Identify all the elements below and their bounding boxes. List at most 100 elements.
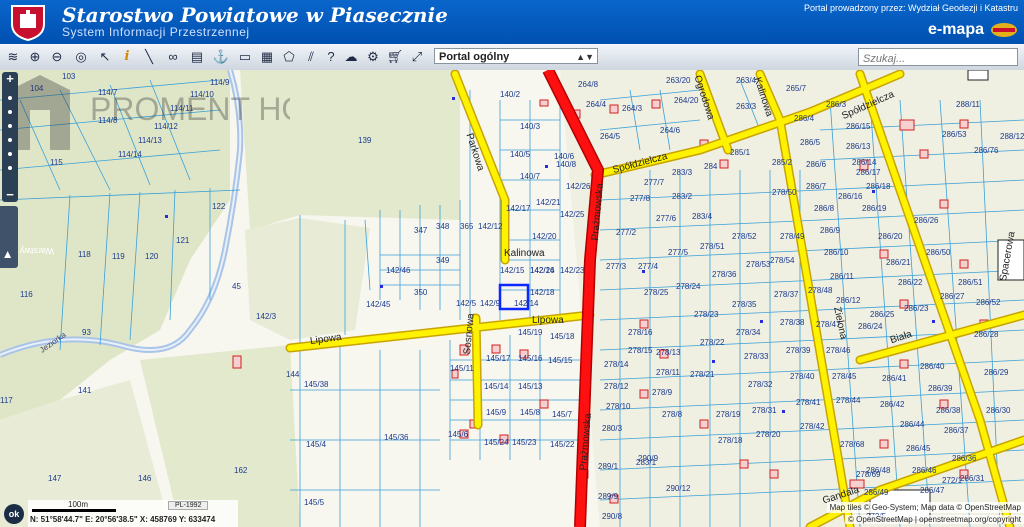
ok-button[interactable]: ok	[4, 504, 24, 524]
parcel-label: 142/3	[256, 312, 277, 321]
parcel-label: 289/1	[598, 462, 619, 471]
parcel-label: 286/8	[814, 204, 835, 213]
parcel-label: 286/76	[974, 146, 999, 155]
parcel-label: 286/20	[878, 232, 903, 241]
emapa-logo-icon[interactable]	[990, 22, 1018, 38]
page-subtitle: System Informacji Przestrzennej	[62, 25, 250, 39]
select-icon[interactable]: ↖	[96, 48, 114, 66]
parcel-label: 286/29	[984, 368, 1009, 377]
expand-icon[interactable]: ⤢	[408, 48, 426, 66]
portal-select[interactable]: Portal ogólny ▲▼	[434, 48, 598, 64]
parcel-label: 349	[436, 256, 450, 265]
zoom-extent-icon[interactable]: ◎	[72, 48, 90, 66]
zoom-level-dot[interactable]	[8, 124, 12, 128]
parcel-label: 142/24	[530, 266, 555, 275]
info-icon[interactable]: i	[118, 48, 136, 66]
cart-icon[interactable]: 🛒︎	[386, 48, 404, 66]
parcel-label: 277/4	[638, 262, 659, 271]
parcel-label: 283/4	[692, 212, 713, 221]
zoom-plus-icon[interactable]: +	[2, 72, 18, 86]
app-header: Starostwo Powiatowe w Piasecznie System …	[0, 0, 1024, 44]
attribution[interactable]: Map tiles © Geo-System; Map data © OpenS…	[826, 502, 1024, 513]
help-icon[interactable]: ?	[322, 48, 340, 66]
hatch-icon[interactable]: ⫽	[302, 48, 320, 66]
parcel-label: 144	[286, 370, 300, 379]
layout-icon[interactable]: ▦	[258, 48, 276, 66]
parcel-label: 277/3	[606, 262, 627, 271]
zoom-bar[interactable]: + −	[2, 72, 18, 202]
zoom-level-dot[interactable]	[8, 152, 12, 156]
cloud-icon[interactable]: ☁	[342, 48, 360, 66]
parcel-label: 278/10	[606, 402, 631, 411]
parcel-label: 45	[232, 282, 241, 291]
parcel-label: 286/9	[820, 226, 841, 235]
polygon-icon[interactable]: ⬠	[280, 48, 298, 66]
parcel-label: 145/5	[304, 498, 325, 507]
parcel-label: 286/44	[900, 420, 925, 429]
parcel-label: 278/9	[652, 388, 673, 397]
layers-icon[interactable]: ≋	[4, 48, 22, 66]
parcel-label: 145/9	[486, 408, 507, 417]
scale-bar	[32, 509, 116, 512]
parcel-label: 278/37	[774, 290, 799, 299]
parcel-label: 278/18	[718, 436, 743, 445]
zoom-level-dot[interactable]	[8, 96, 12, 100]
parcel-label: 289/9	[598, 492, 619, 501]
parcel-label: 122	[212, 202, 226, 211]
scale-panel: 100m PL-1992 N: 51°58'44.7" E: 20°56'38.…	[28, 500, 238, 527]
emapa-link[interactable]: e-mapa	[928, 21, 984, 39]
window-icon[interactable]: ▭	[236, 48, 254, 66]
parcel-label: 286/49	[864, 488, 889, 497]
anchor-icon[interactable]: ⚓	[212, 48, 230, 66]
parcel-label: 278/38	[780, 318, 805, 327]
parcel-label: 265/7	[786, 84, 807, 93]
parcel-label: 145/13	[518, 382, 543, 391]
parcel-label: 264/4	[586, 100, 607, 109]
parcel-label: 286/3	[826, 100, 847, 109]
parcel-label: 286/36	[952, 454, 977, 463]
parcel-label: 142/9	[480, 299, 501, 308]
parcel-label: 145/17	[486, 354, 511, 363]
parcel-label: 278/16	[628, 328, 653, 337]
parcel-label: 277/8	[630, 194, 651, 203]
search-box[interactable]	[858, 48, 1018, 67]
attribution-link[interactable]: © OpenStreetMap | openstreetmap.org/copy…	[845, 515, 1024, 524]
parcel-label: 286/18	[866, 182, 891, 191]
parcel-label: 278/25	[644, 288, 669, 297]
street-label: Kalinowa	[504, 248, 545, 259]
parcel-label: 140/3	[520, 122, 541, 131]
parcel-label: 286/51	[958, 278, 983, 287]
zoom-out-icon[interactable]: ⊖	[48, 48, 66, 66]
zoom-level-dot[interactable]	[8, 166, 12, 170]
parcel-label: 286/10	[824, 248, 849, 257]
zoom-in-icon[interactable]: ⊕	[26, 48, 44, 66]
map-toolbar: ≋ ⊕ ⊖ ◎ ↖ i ╲ ∞ ▤ ⚓ ▭ ▦ ⬠ ⫽ ? ☁ ⚙ 🛒︎ ⤢ P…	[0, 44, 1024, 71]
link-icon[interactable]: ∞	[164, 48, 182, 66]
parcel-label: 264/5	[600, 132, 621, 141]
parcel-label: 118	[78, 250, 91, 259]
parcel-label: 286/26	[914, 216, 939, 225]
zoom-level-dot[interactable]	[8, 138, 12, 142]
settings-icon[interactable]: ⚙	[364, 48, 382, 66]
parcel-label: 142/18	[530, 288, 555, 297]
parcel-label: 140/5	[510, 150, 531, 159]
layers-tab[interactable]: ▶ Warstwy	[0, 206, 54, 268]
parcel-label: 145/11	[450, 364, 474, 373]
crs-select[interactable]: PL-1992	[168, 501, 209, 510]
parcel-label: 145/8	[520, 408, 541, 417]
parcel-label: 145/16	[518, 354, 543, 363]
parcel-label: 264/6	[660, 126, 681, 135]
map-canvas[interactable]: 103 104 114/9 114/10 114/7 114/8 114/11 …	[0, 70, 1024, 527]
zoom-level-dot[interactable]	[8, 110, 12, 114]
search-input[interactable]	[859, 51, 1007, 67]
parcel-label: 264/8	[578, 80, 599, 89]
zoom-minus-icon[interactable]: −	[2, 188, 18, 202]
measure-icon[interactable]: ╲	[140, 48, 158, 66]
parcel-label: 116	[20, 290, 33, 299]
parcel-label: 119	[112, 252, 125, 261]
print-icon[interactable]: ▤	[188, 48, 206, 66]
parcel-label: 283/3	[672, 168, 693, 177]
parcel-label: 278/68	[840, 440, 865, 449]
parcel-label: 278/13	[656, 348, 681, 357]
parcel-label: 117	[0, 396, 13, 405]
